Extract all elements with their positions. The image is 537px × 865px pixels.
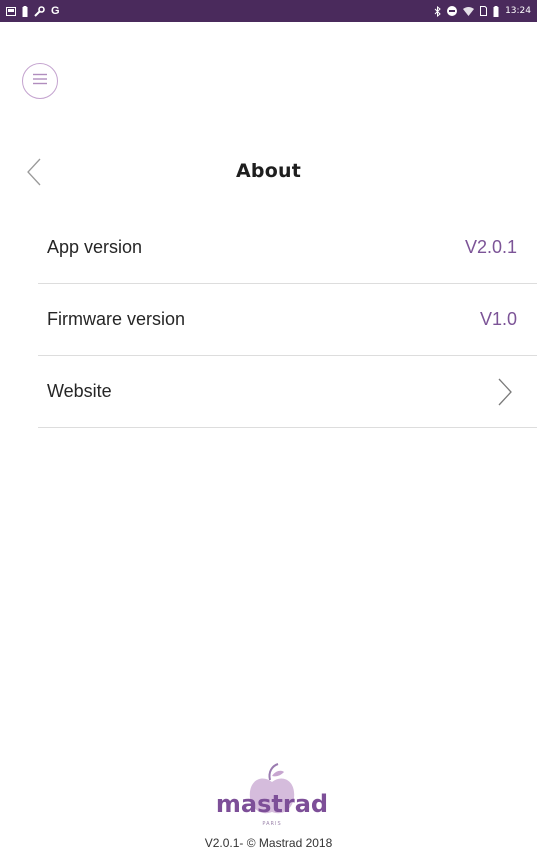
- status-bar: G 13:24: [0, 0, 537, 22]
- website-row[interactable]: Website: [38, 356, 537, 428]
- wrench-icon: [34, 5, 45, 17]
- firmware-version-row: Firmware version V1.0: [38, 284, 537, 356]
- status-time: 13:24: [505, 6, 531, 16]
- firmware-version-value: V1.0: [479, 309, 517, 329]
- website-label: Website: [47, 381, 112, 401]
- version-footer: V2.0.1- © Mastrad 2018: [204, 836, 333, 850]
- sim-icon: [480, 6, 488, 16]
- screenshot-icon: [6, 6, 16, 16]
- battery-icon: [493, 5, 499, 17]
- status-left-icons: G: [6, 5, 60, 17]
- page-title: About: [236, 160, 301, 182]
- do-not-disturb-icon: [447, 6, 458, 16]
- bluetooth-icon: [434, 5, 441, 17]
- about-screen: G 13:24 About App version V2.0.1 Firmwar…: [0, 0, 537, 865]
- about-settings-list: App version V2.0.1 Firmware version V1.0…: [38, 212, 537, 428]
- app-version-row: App version V2.0.1: [38, 212, 537, 284]
- status-bar-spacer: [0, 22, 537, 38]
- menu-button[interactable]: [22, 63, 58, 99]
- chevron-right-icon: [493, 375, 517, 409]
- firmware-version-label: Firmware version: [47, 309, 186, 329]
- mastrad-logo: mastrad PARIS: [210, 758, 334, 836]
- status-right-icons: 13:24: [434, 5, 531, 17]
- wifi-icon: [463, 6, 475, 16]
- hamburger-menu-icon: [32, 72, 48, 90]
- logo-wordmark: mastrad: [216, 790, 328, 818]
- app-version-label: App version: [47, 237, 143, 257]
- logo-subtext: PARIS: [262, 821, 281, 827]
- battery-alert-icon: [22, 5, 28, 17]
- app-version-value: V2.0.1: [464, 237, 517, 257]
- google-icon: G: [51, 5, 60, 17]
